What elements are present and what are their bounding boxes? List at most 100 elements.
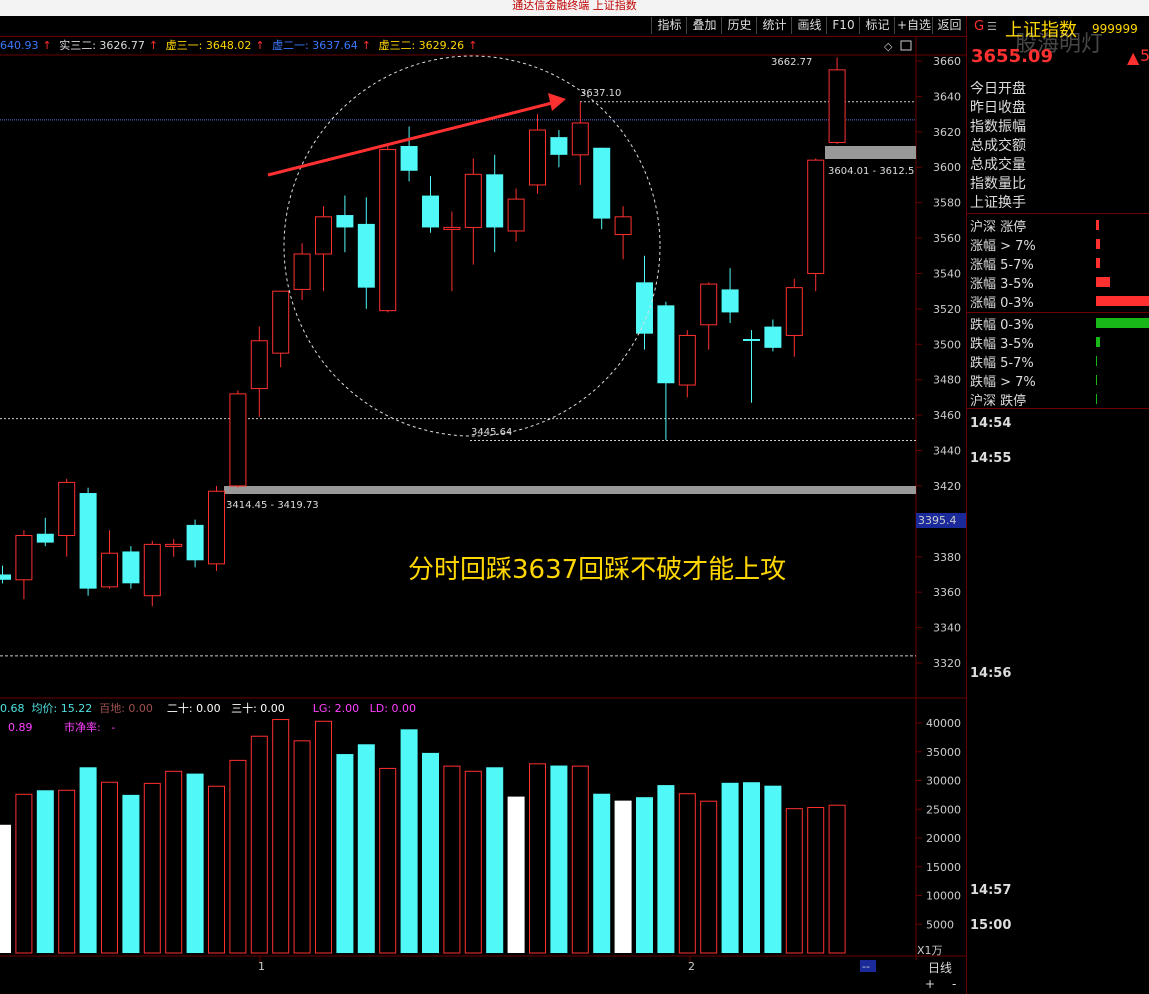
breadth-label: 跌幅 3-5% xyxy=(970,337,1034,352)
volume-bar xyxy=(0,824,11,953)
volume-bar xyxy=(657,785,675,953)
candle-body xyxy=(36,533,54,543)
breadth-label: 跌幅 5-7% xyxy=(970,356,1034,371)
candle-body xyxy=(700,283,718,326)
quote-row-label: 总成交量 xyxy=(970,157,1026,173)
vol-lg: LG: 2.00 xyxy=(312,702,360,715)
price-arrow-icon: ▲ xyxy=(1127,48,1140,67)
quote-row-label: 昨日收盘 xyxy=(970,100,1026,116)
window-icon[interactable] xyxy=(900,40,912,51)
candle-body xyxy=(0,574,11,580)
price-axis-tick: 3480 xyxy=(933,374,961,387)
volume-bar xyxy=(229,759,247,954)
volume-bar xyxy=(828,804,846,954)
breadth-label: 沪深 跌停 xyxy=(970,394,1027,409)
resistance-zone-label: 3604.01 - 3612.5 xyxy=(828,166,914,177)
breadth-label: 跌幅 > 7% xyxy=(970,375,1036,390)
zoom-out-button[interactable]: - xyxy=(952,977,956,991)
volume-axis-tick: 30000 xyxy=(926,775,961,788)
candle-body xyxy=(785,287,803,336)
candle-body xyxy=(208,490,225,565)
tab-daily[interactable]: 日线 xyxy=(928,959,952,976)
price-axis-tick: 3660 xyxy=(933,55,961,68)
candle-body xyxy=(678,334,696,386)
pb-ratio-value: - xyxy=(111,721,116,734)
volume-bar xyxy=(507,796,525,953)
pb-ratio-label: 市净率: xyxy=(63,721,101,734)
candle-body xyxy=(464,173,482,228)
candle-body xyxy=(571,122,589,156)
price-axis-tick: 3380 xyxy=(933,551,961,564)
price-axis-tick: 3580 xyxy=(933,197,961,210)
volume-unit-label: X1万 xyxy=(917,944,943,957)
menu-icon[interactable]: ☰ xyxy=(987,20,997,33)
time-axis-label-2: 2 xyxy=(688,960,695,973)
volume-bar xyxy=(400,729,418,953)
volume-bar xyxy=(293,740,311,954)
candle-body xyxy=(400,145,418,171)
zoom-in-button[interactable]: + xyxy=(925,977,935,991)
highlight-circle xyxy=(283,55,661,437)
vol-ershi: 二十: 0.00 xyxy=(166,702,221,715)
breadth-label: 涨幅 5-7% xyxy=(970,258,1034,273)
tick-time: 14:56 xyxy=(970,666,1012,681)
kline-chart[interactable]: 3660 3640 3620 3600 3580 3560 3540 3520 3500 3480… xyxy=(0,0,966,994)
candle-body xyxy=(636,282,653,334)
volume-bar xyxy=(36,790,54,953)
price-axis-tick: 3460 xyxy=(933,409,961,422)
candle-body xyxy=(529,129,546,186)
candle-body xyxy=(101,552,118,588)
tick-time: 14:55 xyxy=(970,451,1012,466)
volume-bar xyxy=(101,781,118,954)
price-axis-tick: 3360 xyxy=(933,586,961,599)
volume-axis-tick: 15000 xyxy=(926,861,961,874)
candle-body xyxy=(79,493,97,589)
volume-bar xyxy=(550,765,568,953)
price-axis-tick: 3620 xyxy=(933,126,961,139)
candle-body xyxy=(229,393,247,487)
candle-body xyxy=(336,215,354,228)
volume-bar xyxy=(15,793,33,954)
breadth-label: 涨幅 3-5% xyxy=(970,277,1034,292)
quote-panel: G ☰ 上证指数 999999 股海明灯 3655.09 ▲ 5 今日开盘 昨日收… xyxy=(966,16,1149,994)
volume-bar xyxy=(700,800,718,954)
volume-axis-tick: 20000 xyxy=(926,832,961,845)
candle-body xyxy=(828,69,846,143)
quote-row-label: 上证换手 xyxy=(970,195,1026,211)
candle-body xyxy=(143,543,161,597)
volume-bar xyxy=(58,789,76,954)
breadth-bar xyxy=(1096,239,1100,249)
volume-indicator-bar: 0.68 均价: 15.22 百地: 0.00 二十: 0.00 三十: 0.0… xyxy=(0,700,416,716)
volume-bar xyxy=(186,773,204,953)
breadth-label: 沪深 涨停 xyxy=(970,220,1027,235)
price-axis-tick: 3520 xyxy=(933,303,961,316)
candle-body xyxy=(58,481,76,537)
candle-body xyxy=(293,253,311,290)
candle-body xyxy=(272,290,290,354)
vol-sanshi: 三十: 0.00 xyxy=(231,702,285,715)
volume-bar xyxy=(443,765,461,954)
tick-time: 14:54 xyxy=(970,416,1012,431)
candle-body xyxy=(315,216,332,255)
volume-bar xyxy=(272,719,290,954)
volume-bar xyxy=(593,793,611,953)
price-axis-tick: 3440 xyxy=(933,445,961,458)
breadth-bar xyxy=(1096,375,1097,385)
diamond-icon[interactable]: ◇ xyxy=(884,40,893,53)
candle-body xyxy=(250,340,268,390)
vol-row2-value: 0.89 xyxy=(8,721,33,734)
volume-bar xyxy=(529,763,546,954)
candle-body xyxy=(507,198,525,232)
candle-body xyxy=(15,535,33,581)
price-axis-tick: 3340 xyxy=(933,622,961,635)
tick-time: 14:57 xyxy=(970,883,1012,898)
volume-bar xyxy=(785,808,803,954)
volume-bar xyxy=(721,782,739,953)
candle-body xyxy=(422,195,439,228)
low-price-label: 3445.64 xyxy=(471,427,512,438)
volume-axis-tick: 25000 xyxy=(926,803,961,816)
volume-axis-tick: 5000 xyxy=(926,918,954,931)
support-zone-label: 3414.45 - 3419.73 xyxy=(226,500,319,511)
volume-indicator-row2: 0.89 市净率: - xyxy=(8,719,115,735)
volume-bar xyxy=(122,794,140,953)
